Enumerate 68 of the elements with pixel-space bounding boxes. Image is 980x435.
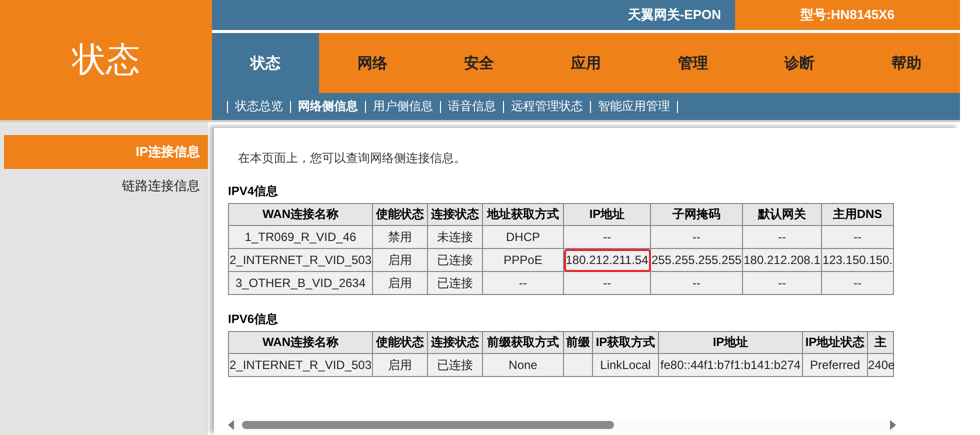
column-header: IP地址状态 (802, 332, 868, 354)
column-header: 使能状态 (372, 204, 428, 226)
scroll-right-icon[interactable] (890, 420, 896, 430)
table-cell: 3_OTHER_B_VID_2634 (228, 272, 372, 294)
sub-nav-link[interactable]: 用户侧信息 (373, 98, 433, 115)
table-cell: -- (564, 226, 650, 248)
table-cell: 启用 (372, 272, 428, 294)
table-cell: -- (822, 226, 894, 248)
section-title: IPV4信息 (228, 183, 280, 200)
table-cell: -- (482, 272, 564, 294)
table-cell: 已连接 (428, 248, 482, 272)
scroll-left-icon[interactable] (228, 420, 234, 430)
page-title: 状态 (0, 0, 212, 120)
column-header: 默认网关 (742, 204, 822, 226)
column-header: 子网掩码 (650, 204, 742, 226)
column-header: 主用DNS (822, 204, 894, 226)
table-cell: None (482, 354, 564, 376)
table-cell: 255.255.255.255 (650, 248, 742, 272)
table-cell: 180.212.208.1 (742, 248, 822, 272)
column-header: WAN连接名称 (228, 204, 372, 226)
column-header: IP地址 (564, 204, 650, 226)
table-cell: 123.150.150. (822, 248, 894, 272)
column-header: 连接状态 (428, 204, 482, 226)
column-header: IP地址 (658, 332, 802, 354)
table-cell: 1_TR069_R_VID_46 (228, 226, 372, 248)
table-cell: LinkLocal (592, 354, 658, 376)
column-header: 使能状态 (372, 332, 428, 354)
brand-name: 天翼网关-EPON (626, 6, 722, 24)
sidebar-item[interactable]: 链路连接信息 (4, 169, 208, 203)
column-header: 主 (868, 332, 894, 354)
table-cell: -- (650, 272, 742, 294)
table-cell: 已连接 (428, 354, 482, 376)
intro-text: 在本页面上，您可以查询网络侧连接信息。 (238, 150, 467, 167)
table-cell: -- (650, 226, 742, 248)
sub-nav-link[interactable]: 智能应用管理 (598, 98, 670, 115)
column-header: 地址获取方式 (482, 204, 564, 226)
table-cell: 禁用 (372, 226, 428, 248)
table-cell: 已连接 (428, 272, 482, 294)
nav-tab[interactable]: 状态 (212, 33, 319, 93)
table-cell: 启用 (372, 248, 428, 272)
table-cell: DHCP (482, 226, 564, 248)
column-header: 前缀获取方式 (482, 332, 564, 354)
table-cell: 240e (868, 354, 894, 376)
table-cell: 2_INTERNET_R_VID_503 (228, 248, 372, 272)
table-cell: 2_INTERNET_R_VID_503 (228, 354, 372, 376)
table-cell: -- (742, 272, 822, 294)
scrollbar-thumb[interactable] (242, 421, 614, 429)
table-cell: 启用 (372, 354, 428, 376)
column-header: 连接状态 (428, 332, 482, 354)
table-cell: -- (742, 226, 822, 248)
table-cell: PPPoE (482, 248, 564, 272)
column-header: WAN连接名称 (228, 332, 372, 354)
table-cell: Preferred (802, 354, 868, 376)
horizontal-scrollbar[interactable] (228, 419, 896, 431)
sub-nav-link[interactable]: 远程管理状态 (511, 98, 583, 115)
model-label: 型号:HN8145X6 (735, 0, 960, 30)
table-cell: fe80::44f1:b7f1:b141:b274 (658, 354, 802, 376)
sub-nav-link[interactable]: 语音信息 (448, 98, 496, 115)
table-cell: -- (822, 272, 894, 294)
table-cell: -- (564, 272, 650, 294)
sidebar-item[interactable]: IP连接信息 (4, 135, 208, 169)
table-cell: 未连接 (428, 226, 482, 248)
column-header: IP获取方式 (592, 332, 658, 354)
sub-nav-link[interactable]: 状态总览 (235, 98, 283, 115)
section-title: IPV6信息 (228, 311, 280, 328)
highlighted-cell: 180.212.211.54 (564, 248, 650, 272)
column-header: 前缀 (564, 332, 592, 354)
sub-nav-link[interactable]: 网络侧信息 (298, 98, 358, 115)
